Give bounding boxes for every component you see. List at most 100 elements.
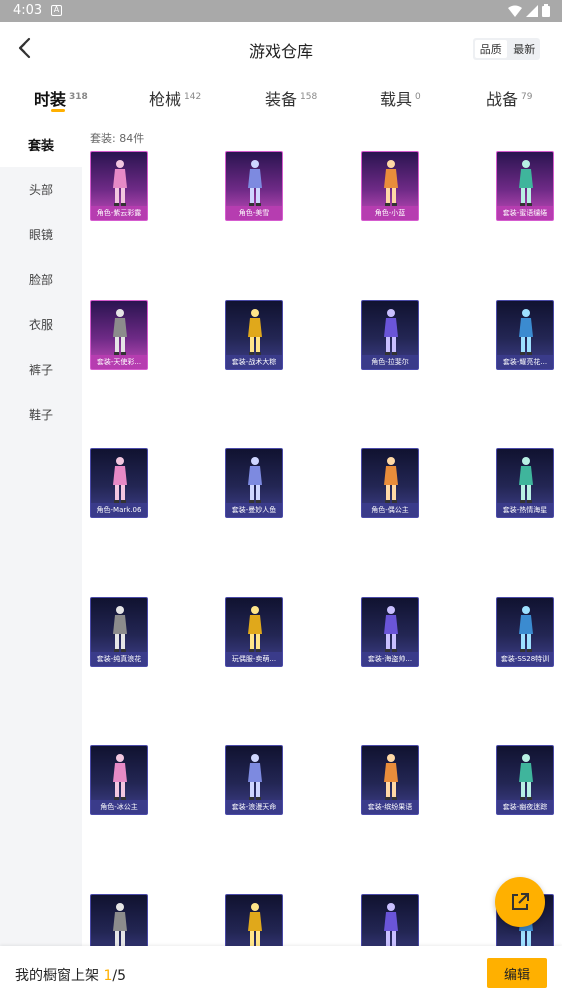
item-card[interactable]: 套装-海盗帅... [361, 597, 419, 667]
status-icons [508, 4, 550, 17]
item-card-label: 套装-战术大粽 [226, 355, 282, 369]
item-card-label: 角色-冰公主 [91, 800, 147, 814]
character-figure-icon [384, 754, 398, 800]
item-card-label: 套装-SS28特训 [497, 652, 553, 666]
character-figure-icon [384, 457, 398, 503]
sidebar-item-glasses[interactable]: 眼镜 [0, 212, 82, 257]
tab-count: 318 [69, 91, 88, 102]
app-bar: 游戏仓库 品质 最新 [0, 22, 562, 76]
showcase-status: 我的橱窗上架 1/5 [15, 965, 126, 985]
item-card[interactable]: 套装-天使彩... [90, 300, 148, 370]
sidebar-item-pants[interactable]: 裤子 [0, 347, 82, 392]
item-card[interactable] [361, 894, 419, 952]
character-figure-icon [519, 160, 533, 206]
item-card[interactable]: 角色-紫云彩露 [90, 151, 148, 221]
character-figure-icon [113, 160, 127, 206]
bottom-bar: 我的橱窗上架 1/5 编辑 [0, 946, 562, 999]
tab-guns[interactable]: 枪械 142 [149, 86, 201, 110]
item-card[interactable]: 角色-美雪 [225, 151, 283, 221]
item-card-label: 套装-蜜语缱绻 [497, 206, 553, 220]
item-card[interactable]: 角色-冰公主 [90, 745, 148, 815]
item-card-label: 角色-紫云彩露 [91, 206, 147, 220]
sidebar-item-face[interactable]: 脸部 [0, 257, 82, 302]
sidebar-item-shoes[interactable]: 鞋子 [0, 392, 82, 437]
character-figure-icon [384, 903, 398, 949]
item-card[interactable]: 玩偶服-卖萌... [225, 597, 283, 667]
share-external-icon [512, 893, 529, 910]
item-card-label: 角色-小蓝 [362, 206, 418, 220]
character-figure-icon [248, 457, 262, 503]
showcase-total-count: /5 [112, 968, 126, 984]
item-card[interactable]: 角色-Mark.06 [90, 448, 148, 518]
tab-equipment[interactable]: 装备 158 [265, 86, 317, 110]
tab-count: 158 [300, 91, 318, 102]
character-figure-icon [384, 309, 398, 355]
tab-label: 时装 [34, 90, 67, 109]
sidebar-item-head[interactable]: 头部 [0, 167, 82, 212]
item-card[interactable]: 套装-热情海星 [496, 448, 554, 518]
item-count-label: 套装: 84件 [90, 132, 145, 145]
item-card[interactable]: 套装-曼妙人鱼 [225, 448, 283, 518]
item-card-label: 套装-天使彩... [91, 355, 147, 369]
item-card[interactable]: 套装-浪漫天命 [225, 745, 283, 815]
tab-count: 79 [521, 91, 533, 102]
item-card[interactable]: 套装-战术大粽 [225, 300, 283, 370]
edit-button[interactable]: 编辑 [487, 958, 547, 988]
tab-label: 载具 [380, 90, 413, 109]
item-card[interactable] [90, 894, 148, 952]
item-card[interactable] [225, 894, 283, 952]
character-figure-icon [519, 457, 533, 503]
sort-newest-button[interactable]: 最新 [509, 38, 541, 60]
item-card[interactable]: 套装-耀亮花... [496, 300, 554, 370]
item-card[interactable]: 套装-SS28特训 [496, 597, 554, 667]
item-card-label: 角色-Mark.06 [91, 503, 147, 517]
character-figure-icon [113, 754, 127, 800]
tab-vehicles[interactable]: 载具 0 [380, 86, 421, 110]
item-card-label: 套装-海盗帅... [362, 652, 418, 666]
tab-count: 142 [184, 91, 202, 102]
sidebar: 套装 头部 眼镜 脸部 衣服 裤子 鞋子 [0, 122, 82, 952]
sort-toggle[interactable]: 品质 最新 [473, 38, 540, 60]
status-time: 4:03 [13, 3, 43, 18]
character-figure-icon [384, 606, 398, 652]
notification-icon: A [51, 5, 62, 16]
character-figure-icon [248, 606, 262, 652]
character-figure-icon [248, 309, 262, 355]
item-card-label: 玩偶服-卖萌... [226, 652, 282, 666]
item-card[interactable]: 角色-小蓝 [361, 151, 419, 221]
wifi-icon [508, 5, 522, 17]
character-figure-icon [248, 754, 262, 800]
character-figure-icon [248, 903, 262, 949]
item-card-label: 角色-拉斐尔 [362, 355, 418, 369]
character-figure-icon [113, 606, 127, 652]
tab-count: 0 [415, 91, 421, 102]
item-card-label: 套装-耀亮花... [497, 355, 553, 369]
tab-label: 战备 [486, 90, 519, 109]
share-button[interactable] [495, 877, 545, 927]
item-card-label: 套装-曼妙人鱼 [226, 503, 282, 517]
signal-icon [526, 4, 538, 17]
item-card[interactable]: 套装-蜜语缱绻 [496, 151, 554, 221]
character-figure-icon [384, 160, 398, 206]
tab-combat-supplies[interactable]: 战备 79 [486, 86, 532, 110]
item-card[interactable]: 角色-拉斐尔 [361, 300, 419, 370]
character-figure-icon [519, 754, 533, 800]
item-card-label: 套装-浪漫天命 [226, 800, 282, 814]
item-card[interactable]: 角色-偶公主 [361, 448, 419, 518]
item-card[interactable]: 套装-缤纷果语 [361, 745, 419, 815]
item-card[interactable]: 套装-纯真浪花 [90, 597, 148, 667]
item-card[interactable]: 套装-幽夜迷踪 [496, 745, 554, 815]
sidebar-item-outfit[interactable]: 套装 [0, 122, 82, 167]
character-figure-icon [113, 903, 127, 949]
sort-quality-button[interactable]: 品质 [475, 40, 507, 58]
sidebar-item-clothes[interactable]: 衣服 [0, 302, 82, 347]
character-figure-icon [113, 457, 127, 503]
character-figure-icon [519, 606, 533, 652]
tab-label: 枪械 [149, 90, 182, 109]
item-card-label: 套装-缤纷果语 [362, 800, 418, 814]
item-card-label: 套装-幽夜迷踪 [497, 800, 553, 814]
item-grid-area[interactable]: 套装: 84件 角色-紫云彩露 角色-美雪 角色-小蓝 套装-蜜语缱绻套装-天使彩..… [82, 122, 562, 952]
showcase-label: 我的橱窗上架 [15, 968, 104, 984]
tab-label: 装备 [265, 90, 298, 109]
tab-fashion[interactable]: 时装 318 [34, 86, 88, 110]
